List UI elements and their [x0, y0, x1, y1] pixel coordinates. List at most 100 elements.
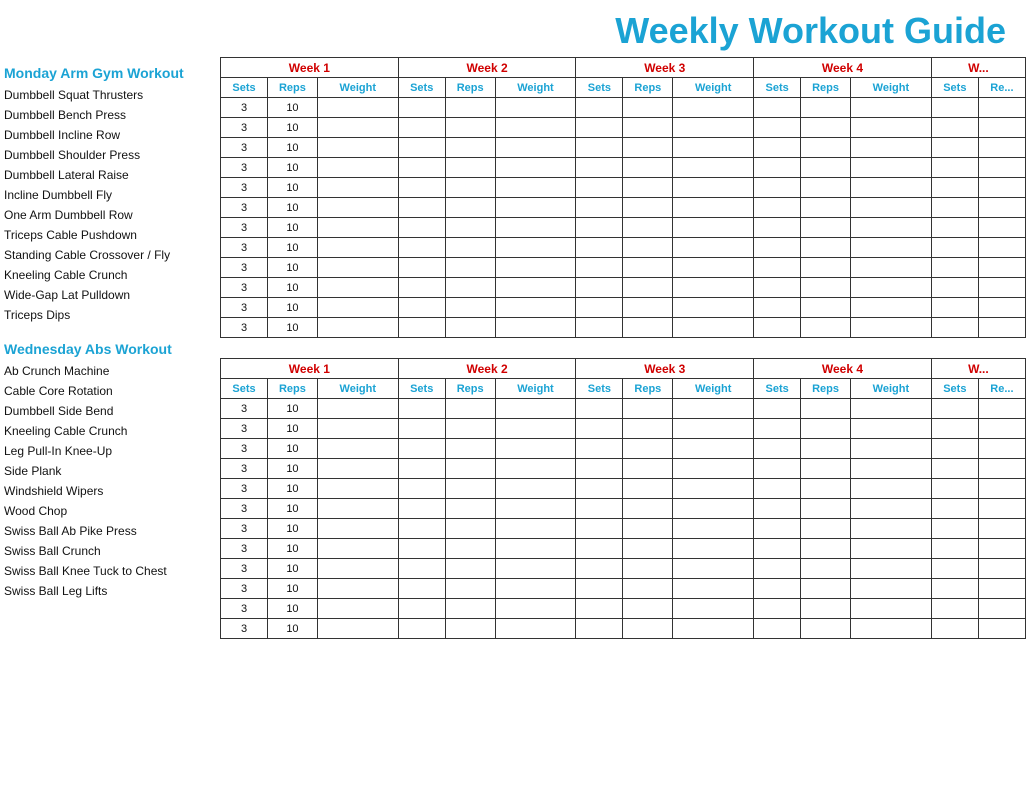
data-cell[interactable] — [978, 98, 1025, 118]
data-cell[interactable] — [754, 218, 801, 238]
data-cell[interactable] — [317, 118, 398, 138]
sets-cell[interactable]: 3 — [221, 238, 268, 258]
data-cell[interactable] — [317, 439, 398, 459]
data-cell[interactable] — [754, 298, 801, 318]
data-cell[interactable] — [398, 519, 445, 539]
data-cell[interactable] — [445, 559, 495, 579]
data-cell[interactable] — [931, 499, 978, 519]
data-cell[interactable] — [445, 158, 495, 178]
data-cell[interactable] — [495, 399, 576, 419]
data-cell[interactable] — [495, 318, 576, 338]
data-cell[interactable] — [978, 479, 1025, 499]
data-cell[interactable] — [801, 499, 851, 519]
reps-cell[interactable]: 10 — [268, 238, 318, 258]
data-cell[interactable] — [398, 238, 445, 258]
data-cell[interactable] — [623, 579, 673, 599]
data-cell[interactable] — [978, 318, 1025, 338]
data-cell[interactable] — [495, 439, 576, 459]
data-cell[interactable] — [754, 459, 801, 479]
data-cell[interactable] — [673, 218, 754, 238]
data-cell[interactable] — [850, 138, 931, 158]
data-cell[interactable] — [445, 278, 495, 298]
data-cell[interactable] — [931, 519, 978, 539]
sets-cell[interactable]: 3 — [221, 178, 268, 198]
data-cell[interactable] — [850, 98, 931, 118]
data-cell[interactable] — [850, 218, 931, 238]
data-cell[interactable] — [576, 579, 623, 599]
data-cell[interactable] — [931, 118, 978, 138]
data-cell[interactable] — [850, 238, 931, 258]
data-cell[interactable] — [398, 539, 445, 559]
data-cell[interactable] — [398, 479, 445, 499]
data-cell[interactable] — [623, 258, 673, 278]
data-cell[interactable] — [495, 118, 576, 138]
data-cell[interactable] — [623, 619, 673, 639]
data-cell[interactable] — [850, 298, 931, 318]
data-cell[interactable] — [445, 479, 495, 499]
data-cell[interactable] — [850, 178, 931, 198]
data-cell[interactable] — [931, 399, 978, 419]
data-cell[interactable] — [398, 599, 445, 619]
sets-cell[interactable]: 3 — [221, 399, 268, 419]
data-cell[interactable] — [445, 138, 495, 158]
data-cell[interactable] — [850, 479, 931, 499]
data-cell[interactable] — [445, 419, 495, 439]
sets-cell[interactable]: 3 — [221, 98, 268, 118]
data-cell[interactable] — [850, 539, 931, 559]
data-cell[interactable] — [754, 619, 801, 639]
data-cell[interactable] — [850, 198, 931, 218]
data-cell[interactable] — [978, 419, 1025, 439]
data-cell[interactable] — [495, 599, 576, 619]
data-cell[interactable] — [495, 198, 576, 218]
sets-cell[interactable]: 3 — [221, 138, 268, 158]
data-cell[interactable] — [754, 278, 801, 298]
data-cell[interactable] — [978, 238, 1025, 258]
data-cell[interactable] — [317, 539, 398, 559]
data-cell[interactable] — [623, 158, 673, 178]
data-cell[interactable] — [754, 539, 801, 559]
data-cell[interactable] — [576, 479, 623, 499]
data-cell[interactable] — [673, 98, 754, 118]
data-cell[interactable] — [673, 238, 754, 258]
data-cell[interactable] — [445, 579, 495, 599]
reps-cell[interactable]: 10 — [268, 439, 318, 459]
data-cell[interactable] — [931, 138, 978, 158]
data-cell[interactable] — [931, 98, 978, 118]
data-cell[interactable] — [801, 439, 851, 459]
data-cell[interactable] — [495, 619, 576, 639]
data-cell[interactable] — [576, 559, 623, 579]
data-cell[interactable] — [623, 519, 673, 539]
data-cell[interactable] — [801, 539, 851, 559]
data-cell[interactable] — [978, 118, 1025, 138]
data-cell[interactable] — [317, 178, 398, 198]
data-cell[interactable] — [576, 158, 623, 178]
data-cell[interactable] — [850, 399, 931, 419]
data-cell[interactable] — [623, 479, 673, 499]
data-cell[interactable] — [317, 599, 398, 619]
data-cell[interactable] — [445, 318, 495, 338]
sets-cell[interactable]: 3 — [221, 619, 268, 639]
data-cell[interactable] — [623, 499, 673, 519]
sets-cell[interactable]: 3 — [221, 278, 268, 298]
data-cell[interactable] — [754, 439, 801, 459]
data-cell[interactable] — [576, 499, 623, 519]
data-cell[interactable] — [495, 218, 576, 238]
data-cell[interactable] — [978, 399, 1025, 419]
data-cell[interactable] — [317, 619, 398, 639]
data-cell[interactable] — [317, 298, 398, 318]
data-cell[interactable] — [398, 559, 445, 579]
data-cell[interactable] — [978, 198, 1025, 218]
data-cell[interactable] — [978, 459, 1025, 479]
data-cell[interactable] — [317, 98, 398, 118]
data-cell[interactable] — [445, 499, 495, 519]
data-cell[interactable] — [801, 559, 851, 579]
data-cell[interactable] — [445, 298, 495, 318]
data-cell[interactable] — [317, 579, 398, 599]
data-cell[interactable] — [801, 318, 851, 338]
data-cell[interactable] — [801, 399, 851, 419]
data-cell[interactable] — [317, 198, 398, 218]
data-cell[interactable] — [317, 519, 398, 539]
reps-cell[interactable]: 10 — [268, 118, 318, 138]
data-cell[interactable] — [495, 559, 576, 579]
data-cell[interactable] — [978, 519, 1025, 539]
